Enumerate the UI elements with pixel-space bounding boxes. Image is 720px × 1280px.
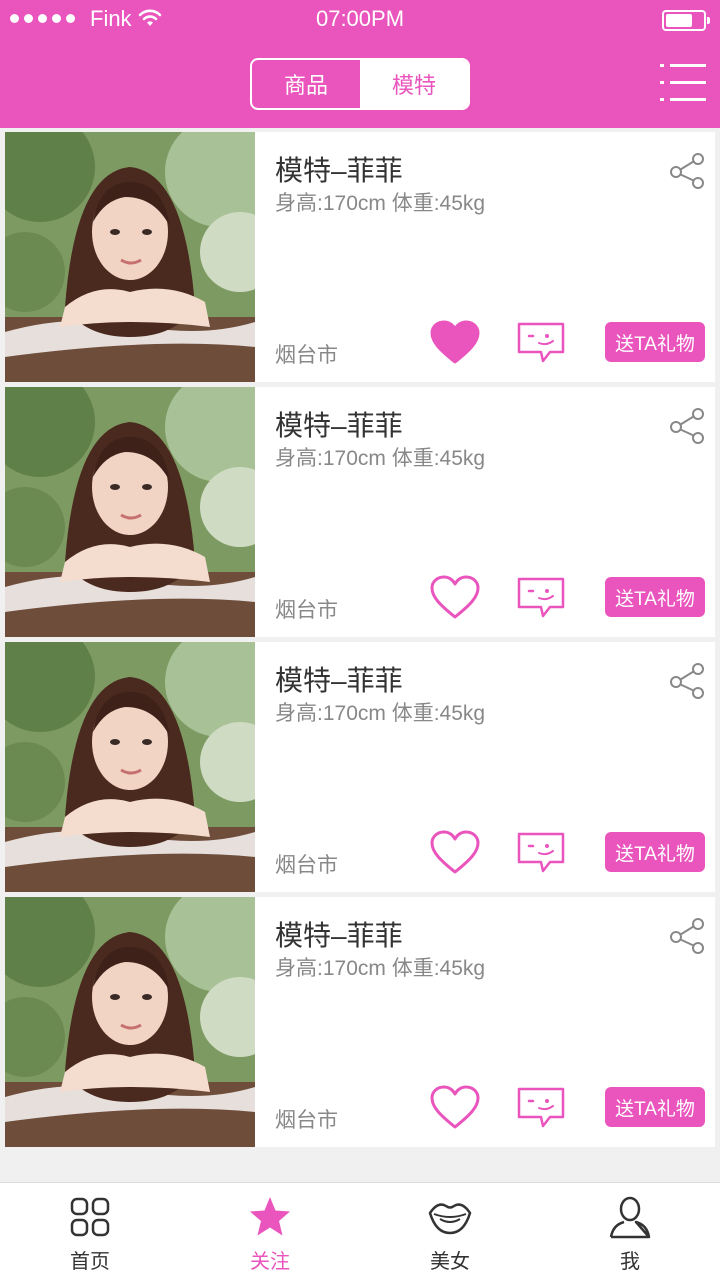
send-gift-button[interactable]: 送TA礼物 bbox=[605, 577, 705, 617]
send-gift-button[interactable]: 送TA礼物 bbox=[605, 832, 705, 872]
app-header: Fink 07:00PM 商品 模特 bbox=[0, 0, 720, 128]
like-heart-icon[interactable] bbox=[430, 575, 480, 621]
chat-bubble-icon[interactable] bbox=[516, 321, 566, 365]
share-icon[interactable] bbox=[668, 661, 706, 699]
person-icon bbox=[609, 1196, 651, 1239]
model-photo[interactable] bbox=[5, 642, 255, 892]
tab-beauty[interactable]: 美女 bbox=[360, 1183, 540, 1280]
like-heart-icon[interactable] bbox=[430, 320, 480, 366]
model-card[interactable]: 模特–菲菲 身高:170cm 体重:45kg 烟台市 送TA礼物 bbox=[5, 642, 715, 892]
model-card[interactable]: 模特–菲菲 身高:170cm 体重:45kg 烟台市 送TA礼物 bbox=[5, 387, 715, 637]
like-heart-icon[interactable] bbox=[430, 1085, 480, 1131]
like-heart-icon[interactable] bbox=[430, 830, 480, 876]
grid-icon bbox=[70, 1197, 110, 1237]
segment-models[interactable]: 模特 bbox=[360, 60, 468, 108]
model-name: 模特–菲菲 bbox=[275, 920, 403, 951]
star-icon bbox=[250, 1197, 290, 1236]
tab-me[interactable]: 我 bbox=[540, 1183, 720, 1280]
tab-follow-label: 关注 bbox=[250, 1251, 290, 1273]
send-gift-button[interactable]: 送TA礼物 bbox=[605, 1087, 705, 1127]
tab-home-label: 首页 bbox=[70, 1251, 110, 1273]
model-name: 模特–菲菲 bbox=[275, 665, 403, 696]
chat-bubble-icon[interactable] bbox=[516, 1086, 566, 1130]
model-city: 烟台市 bbox=[275, 1109, 338, 1132]
tab-beauty-label: 美女 bbox=[430, 1251, 470, 1273]
model-photo[interactable] bbox=[5, 897, 255, 1147]
share-icon[interactable] bbox=[668, 406, 706, 444]
segmented-control: 商品 模特 bbox=[250, 58, 470, 110]
model-name: 模特–菲菲 bbox=[275, 155, 403, 186]
model-city: 烟台市 bbox=[275, 599, 338, 622]
share-icon[interactable] bbox=[668, 151, 706, 189]
tab-home[interactable]: 首页 bbox=[0, 1183, 180, 1280]
model-photo[interactable] bbox=[5, 387, 255, 637]
chat-bubble-icon[interactable] bbox=[516, 831, 566, 875]
tab-follow[interactable]: 关注 bbox=[180, 1183, 360, 1280]
model-name: 模特–菲菲 bbox=[275, 410, 403, 441]
model-card[interactable]: 模特–菲菲 身高:170cm 体重:45kg 烟台市 送TA礼物 bbox=[5, 897, 715, 1147]
model-stats: 身高:170cm 体重:45kg bbox=[275, 192, 486, 215]
segment-goods[interactable]: 商品 bbox=[252, 60, 360, 108]
share-icon[interactable] bbox=[668, 916, 706, 954]
status-bar: Fink 07:00PM bbox=[0, 0, 720, 40]
model-city: 烟台市 bbox=[275, 854, 338, 877]
status-time: 07:00PM bbox=[315, 6, 405, 31]
model-photo[interactable] bbox=[5, 132, 255, 382]
model-stats: 身高:170cm 体重:45kg bbox=[275, 702, 486, 725]
model-stats: 身高:170cm 体重:45kg bbox=[275, 957, 486, 980]
send-gift-button[interactable]: 送TA礼物 bbox=[605, 322, 705, 362]
battery-icon bbox=[662, 10, 710, 31]
model-city: 烟台市 bbox=[275, 344, 338, 367]
list-menu-icon[interactable] bbox=[660, 62, 706, 104]
model-stats: 身高:170cm 体重:45kg bbox=[275, 447, 486, 470]
chat-bubble-icon[interactable] bbox=[516, 576, 566, 620]
lips-icon bbox=[428, 1203, 472, 1235]
tab-me-label: 我 bbox=[620, 1251, 640, 1273]
bottom-tab-bar: 首页 关注 美女 我 bbox=[0, 1182, 720, 1280]
model-card[interactable]: 模特–菲菲 身高:170cm 体重:45kg 烟台市 送TA礼物 bbox=[5, 132, 715, 382]
